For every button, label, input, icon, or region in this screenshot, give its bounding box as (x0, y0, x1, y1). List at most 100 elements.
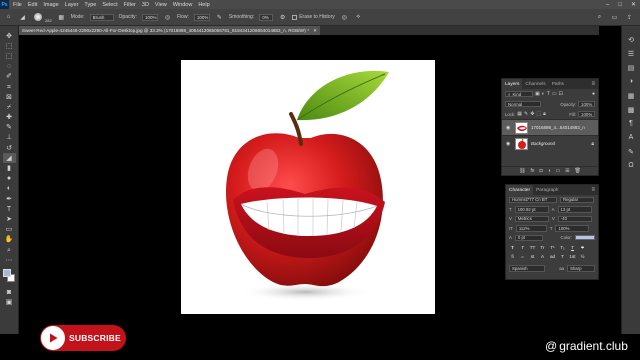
delete-layer-icon[interactable]: 🗑︎ (574, 168, 580, 174)
link-layers-icon[interactable]: ⛓ (519, 168, 525, 174)
eraser-icon[interactable]: ◢ (2, 153, 16, 164)
lasso-icon[interactable]: ◌ (3, 62, 16, 72)
flow-input[interactable]: 100% (193, 13, 210, 21)
color-swatches[interactable] (2, 269, 16, 283)
tab-paragraph[interactable]: Paragraph (533, 185, 561, 195)
clone-stamp-icon[interactable]: ⊥ (3, 133, 16, 143)
all-caps-button[interactable]: TT (529, 245, 536, 250)
character-icon[interactable]: A (626, 132, 637, 143)
history-brush-icon[interactable]: ↺ (3, 143, 16, 153)
text-color-swatch[interactable] (575, 235, 595, 241)
layer-row[interactable]: ◉ Background 🔒︎ (502, 135, 598, 151)
language-select[interactable]: Spanish (509, 265, 545, 272)
strikethrough-button[interactable]: T (579, 245, 586, 250)
lock-all-icon[interactable]: 🔒︎ (543, 111, 546, 117)
brush-icon[interactable]: ✎ (3, 123, 16, 133)
pressure-size-icon[interactable]: ◎ (340, 13, 349, 22)
layer-row[interactable]: ◉ 17016898_4...54014883_n (502, 119, 598, 135)
ligatures-button[interactable]: fi (509, 254, 516, 259)
menu-3d[interactable]: 3D (142, 2, 149, 8)
kind-filter-select[interactable]: ⌕ Kind (505, 91, 533, 97)
lock-artboard-icon[interactable]: ⬚ (536, 111, 541, 117)
lock-transparent-icon[interactable]: ▦ (517, 111, 522, 117)
mode-select[interactable]: Brush (89, 13, 114, 21)
small-caps-button[interactable]: Tr (539, 245, 546, 250)
adjustment-layer-icon[interactable]: ◑ (547, 168, 550, 174)
faux-bold-button[interactable]: T (509, 245, 516, 250)
fractions-button[interactable]: ½ (579, 254, 586, 259)
maximize-icon[interactable]: □ (618, 2, 622, 8)
visibility-eye-icon[interactable]: ◉ (506, 141, 512, 147)
tab-paths[interactable]: Paths (549, 79, 567, 89)
superscript-button[interactable]: T¹ (549, 245, 556, 250)
filter-pixel-icon[interactable]: ▣ (535, 91, 540, 97)
quick-select-icon[interactable]: ✐ (3, 72, 16, 82)
panel-menu-icon[interactable]: ≡ (591, 81, 595, 87)
lock-position-icon[interactable]: ✥ (530, 111, 534, 117)
add-mask-icon[interactable]: ◘ (539, 168, 542, 174)
adjustments-icon[interactable]: ◑ (626, 76, 637, 87)
close-icon[interactable]: ✕ (631, 1, 636, 8)
opacity-input[interactable]: 100% (141, 13, 158, 21)
swash-button[interactable]: A (539, 254, 546, 259)
menu-file[interactable]: File (13, 2, 22, 8)
menu-help[interactable]: Help (198, 2, 209, 8)
eraser-preset-icon[interactable]: ◢ (18, 13, 27, 22)
font-style-select[interactable]: Regular (560, 196, 594, 203)
pressure-opacity-icon[interactable]: ◎ (163, 13, 172, 22)
libraries-icon[interactable]: ▤ (626, 62, 637, 73)
document-canvas[interactable] (181, 60, 435, 314)
underline-button[interactable]: T (569, 245, 576, 250)
more-tools-icon[interactable]: ⋯ (3, 255, 16, 265)
brush-settings-icon[interactable]: ▦ (57, 13, 66, 22)
tab-close-icon[interactable]: ✕ (313, 28, 317, 34)
vertical-scale-input[interactable]: 112% (515, 225, 547, 232)
marquee-icon[interactable]: ⬚ (3, 51, 16, 61)
healing-icon[interactable]: ✚ (3, 113, 16, 123)
font-family-select[interactable]: Humnst777 Cn BT (509, 196, 557, 203)
symmetry-icon[interactable]: ⟡ (354, 13, 363, 22)
faux-italic-button[interactable]: T (519, 245, 526, 250)
tab-layers[interactable]: Layers (502, 79, 523, 89)
foreground-color-swatch[interactable] (2, 269, 11, 278)
lock-pixels-icon[interactable]: ✎ (524, 111, 528, 117)
home-icon[interactable]: ⌂ (4, 13, 13, 22)
fx-icon[interactable]: fx (531, 168, 535, 174)
subscript-button[interactable]: T₁ (559, 245, 566, 250)
search-icon[interactable]: ⌕ (595, 13, 604, 22)
share-icon[interactable]: ⇪ (625, 13, 634, 22)
airbrush-icon[interactable]: ✎ (215, 13, 224, 22)
baseline-shift-input[interactable]: 0 pt (514, 234, 543, 241)
frame-icon[interactable]: ⊠ (3, 92, 16, 102)
smoothing-input[interactable]: 0% (259, 13, 274, 21)
pen-icon[interactable]: ✒ (3, 194, 16, 204)
screen-mode-icon[interactable]: ▣ (3, 298, 16, 308)
type-icon[interactable]: T (3, 204, 16, 214)
horizontal-scale-input[interactable]: 100% (555, 225, 590, 232)
tab-character[interactable]: Character (506, 185, 534, 195)
anti-alias-select[interactable]: Sharp (567, 265, 595, 272)
artboard-icon[interactable]: ⬚ (3, 41, 16, 51)
history-icon[interactable]: ⟲ (626, 34, 637, 45)
rectangle-icon[interactable]: ▭ (3, 225, 16, 235)
opacity-input[interactable]: 100% (578, 101, 595, 107)
crop-icon[interactable]: ⌗ (3, 82, 16, 92)
menu-window[interactable]: Window (173, 2, 193, 8)
quick-mask-icon[interactable]: ◙ (3, 287, 16, 297)
tracking-input[interactable]: -40 (557, 215, 592, 222)
menu-select[interactable]: Select (102, 2, 117, 8)
properties-icon[interactable]: ☰ (626, 48, 637, 59)
glyphs-icon[interactable]: Ω (626, 160, 637, 171)
menu-image[interactable]: Image (43, 2, 58, 8)
filter-smart-icon[interactable]: ⊡ (559, 91, 563, 97)
filter-shape-icon[interactable]: ▭ (552, 91, 557, 97)
brushes-icon[interactable]: ✎ (626, 146, 637, 157)
paragraph-icon[interactable]: ¶ (626, 118, 637, 129)
menu-layer[interactable]: Layer (65, 2, 79, 8)
new-layer-icon[interactable]: ⊞ (565, 168, 569, 174)
leading-input[interactable]: 13 pt (557, 206, 592, 213)
font-size-input[interactable]: 100.92 pt (514, 206, 549, 213)
swatches-icon[interactable]: ▩ (626, 104, 637, 115)
move-icon[interactable]: ✥ (3, 31, 16, 41)
menu-filter[interactable]: Filter (124, 2, 136, 8)
